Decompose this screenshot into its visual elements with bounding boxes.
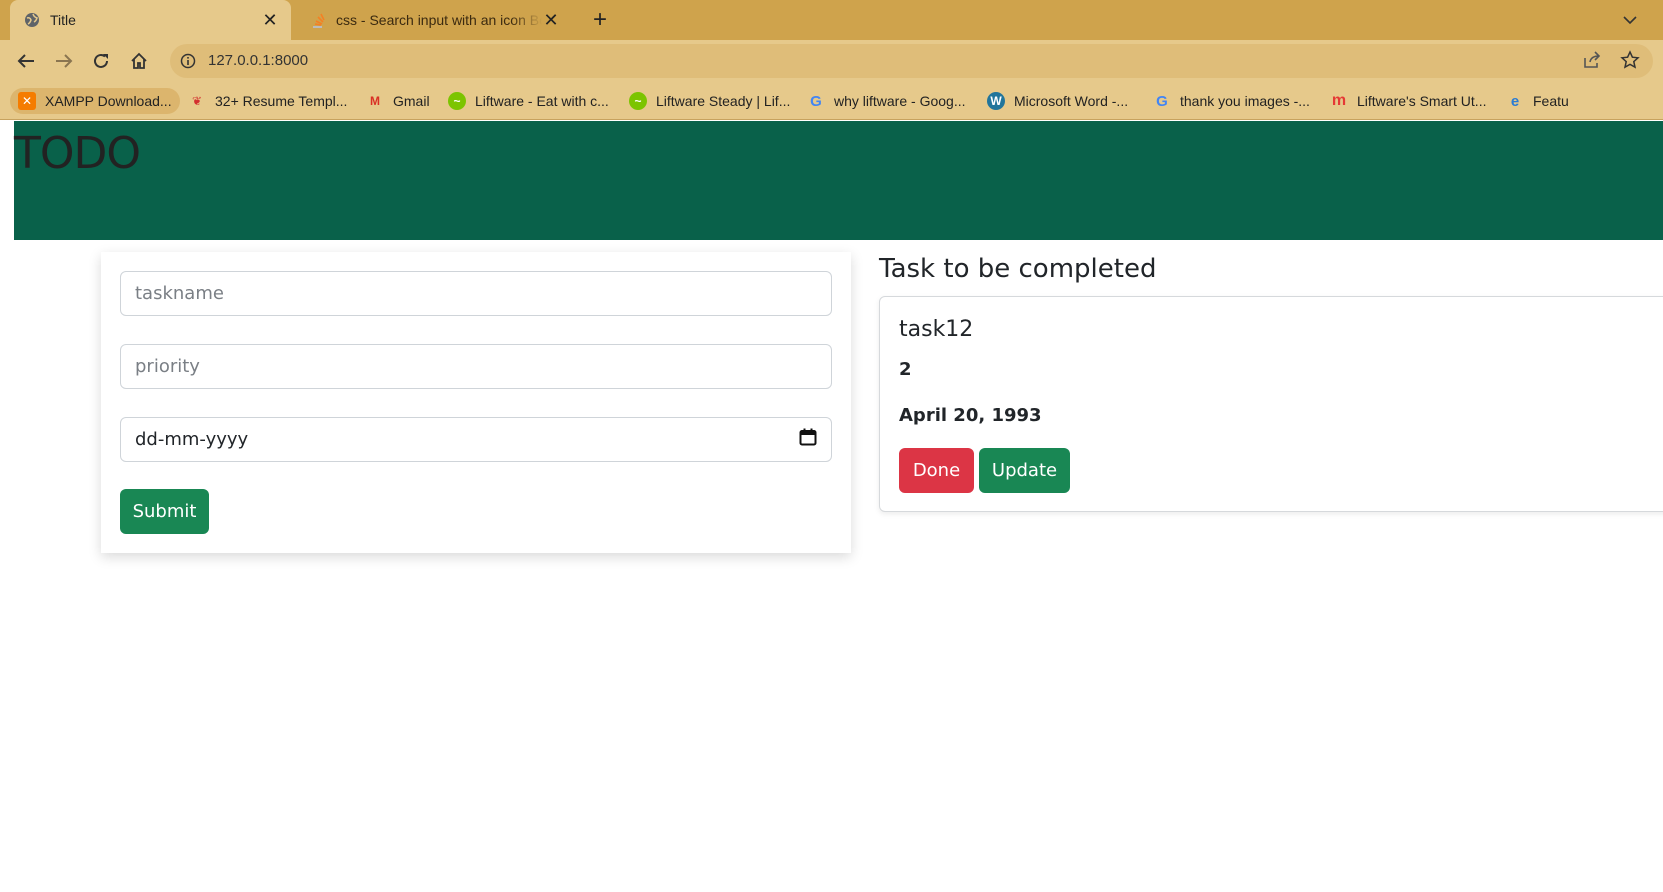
google-icon: G <box>810 92 822 110</box>
globe-icon <box>24 12 40 28</box>
bookmark-item[interactable]: W Microsoft Word -... <box>979 88 1136 114</box>
taskname-input[interactable] <box>120 271 832 316</box>
close-icon[interactable]: ✕ <box>542 11 560 29</box>
star-icon[interactable] <box>1620 50 1640 75</box>
resume-icon: ❦ <box>191 94 203 108</box>
liftware-icon: ~ <box>448 92 466 110</box>
stackoverflow-icon <box>310 12 326 28</box>
tab-label: Title <box>50 12 76 28</box>
xampp-icon: ✕ <box>18 92 36 110</box>
share-icon[interactable] <box>1582 51 1602 74</box>
back-icon[interactable] <box>12 47 40 75</box>
bookmark-label: Liftware's Smart Ut... <box>1357 93 1487 109</box>
wordpress-icon: W <box>987 92 1005 110</box>
bookmarks-bar: ✕ XAMPP Download... ❦ 32+ Resume Templ..… <box>0 82 1663 120</box>
task-priority: 2 <box>899 359 912 380</box>
tab-title-page[interactable]: Title ✕ <box>10 0 291 40</box>
liftware-icon: ~ <box>629 92 647 110</box>
bookmark-item[interactable]: ~ Liftware Steady | Lif... <box>621 88 798 114</box>
task-form: dd-mm-yyyy Submit <box>101 252 851 553</box>
url-text: 127.0.0.1:8000 <box>208 52 309 69</box>
home-icon[interactable] <box>125 47 153 75</box>
bookmark-item[interactable]: G thank you images -... <box>1145 88 1318 114</box>
done-button[interactable]: Done <box>899 448 974 493</box>
bookmark-label: Featu <box>1533 93 1569 109</box>
bookmark-item[interactable]: ~ Liftware - Eat with c... <box>440 88 617 114</box>
task-card: task12 2 April 20, 1993 Done Update <box>879 296 1663 512</box>
tab-stackoverflow[interactable]: css - Search input with an icon Bo ✕ <box>300 0 570 40</box>
info-icon[interactable] <box>180 53 196 69</box>
m-brand-icon: m <box>1331 92 1347 109</box>
address-bar[interactable]: 127.0.0.1:8000 <box>170 44 1653 78</box>
bookmark-label: Gmail <box>393 93 430 109</box>
browser-toolbar: 127.0.0.1:8000 <box>0 40 1663 82</box>
reload-icon[interactable] <box>87 47 115 75</box>
google-icon: G <box>1156 92 1168 110</box>
bookmark-label: Liftware - Eat with c... <box>475 93 609 109</box>
bookmark-item[interactable]: e Featu <box>1498 88 1577 114</box>
bookmark-label: why liftware - Goog... <box>834 93 966 109</box>
bookmark-item[interactable]: M Gmail <box>358 88 438 114</box>
bookmark-item[interactable]: G why liftware - Goog... <box>799 88 974 114</box>
date-input[interactable]: dd-mm-yyyy <box>120 417 832 462</box>
task-date: April 20, 1993 <box>899 405 1042 426</box>
forward-icon[interactable] <box>50 47 78 75</box>
bookmark-label: XAMPP Download... <box>45 93 172 109</box>
bookmark-label: thank you images -... <box>1180 93 1310 109</box>
priority-input[interactable] <box>120 344 832 389</box>
bookmark-label: 32+ Resume Templ... <box>215 93 348 109</box>
edge-icon: e <box>1510 92 1520 110</box>
app-header: TODO <box>14 121 1663 240</box>
task-name: task12 <box>899 317 974 342</box>
calendar-icon[interactable] <box>799 428 817 451</box>
new-tab-button[interactable]: + <box>586 6 614 34</box>
tasks-heading: Task to be completed <box>879 254 1157 284</box>
update-button[interactable]: Update <box>979 448 1070 493</box>
tab-label: css - Search input with an icon Bo <box>336 12 542 28</box>
bookmark-item[interactable]: ✕ XAMPP Download... <box>10 88 180 114</box>
submit-button[interactable]: Submit <box>120 489 209 534</box>
gmail-icon: M <box>370 94 380 108</box>
bookmark-item[interactable]: m Liftware's Smart Ut... <box>1322 88 1494 114</box>
app-title: TODO <box>14 128 141 179</box>
tab-strip: Title ✕ css - Search input with an icon … <box>0 0 1663 40</box>
chevron-down-icon[interactable] <box>1616 6 1644 34</box>
bookmark-label: Liftware Steady | Lif... <box>656 93 791 109</box>
close-icon[interactable]: ✕ <box>261 11 279 29</box>
bookmark-item[interactable]: ❦ 32+ Resume Templ... <box>180 88 355 114</box>
bookmark-label: Microsoft Word -... <box>1014 93 1129 109</box>
date-placeholder: dd-mm-yyyy <box>135 429 249 450</box>
